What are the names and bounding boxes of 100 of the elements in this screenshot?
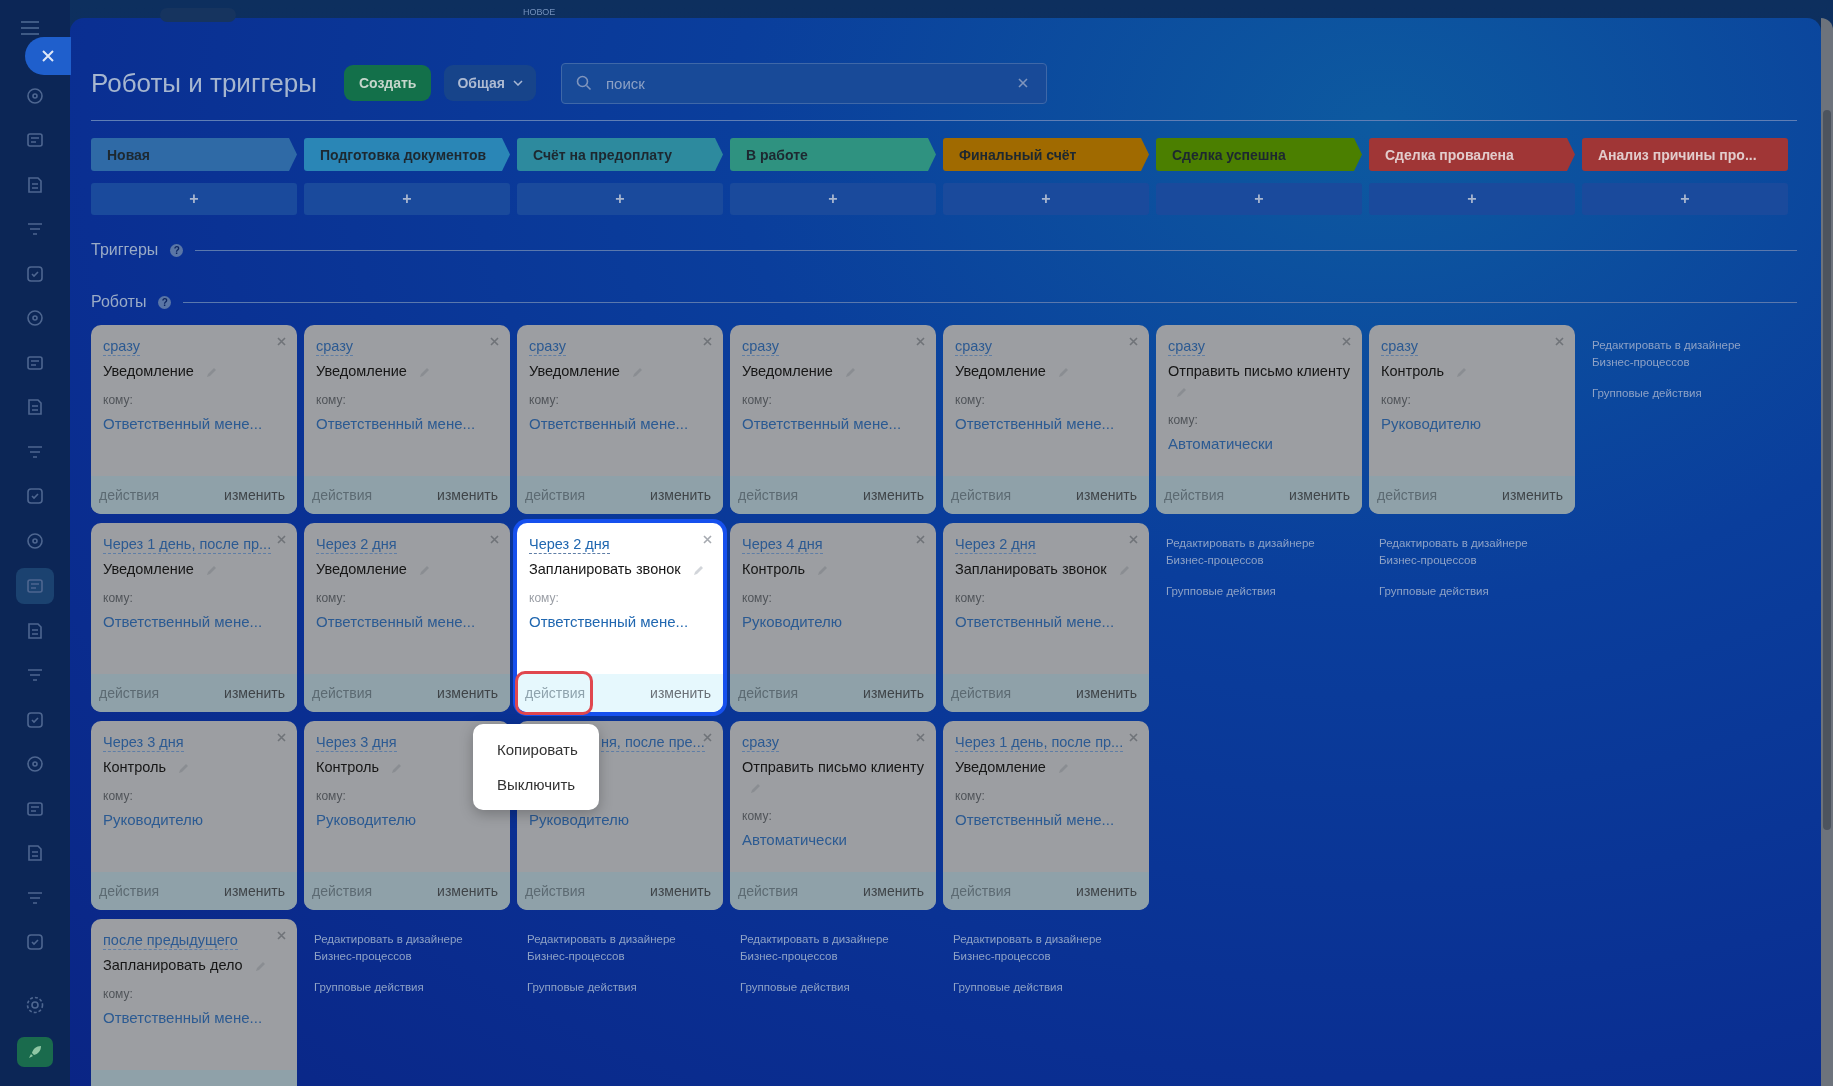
add-trigger-button[interactable]: + [91, 183, 297, 215]
recipient-label: кому: [103, 393, 133, 407]
filter-dropdown[interactable]: Общая [444, 65, 536, 101]
recipient-label: кому: [955, 591, 985, 605]
trigger-link[interactable]: Через 3 дня [316, 733, 397, 752]
trigger-link[interactable]: сразу [742, 337, 779, 356]
recipient-link[interactable]: Ответственный мене... [103, 415, 263, 432]
trigger-link[interactable]: сразу [1381, 337, 1418, 356]
column-link[interactable]: Редактировать в дизайнере Бизнес-процессов [1379, 535, 1559, 569]
recipient-link[interactable]: Ответственный мене... [955, 811, 1115, 828]
add-trigger-button[interactable]: + [1369, 183, 1575, 215]
stage-tab[interactable]: Новая [91, 138, 297, 171]
trigger-link[interactable]: после предыдущего [103, 931, 238, 950]
column-link[interactable]: Редактировать в дизайнере Бизнес-процессов [953, 931, 1133, 965]
recipient-link[interactable]: Руководителю [529, 811, 630, 828]
column-link[interactable]: Редактировать в дизайнере Бизнес-процессов [1592, 337, 1772, 371]
add-trigger-button[interactable]: + [730, 183, 936, 215]
trigger-link[interactable]: сразу [742, 733, 779, 752]
robot-card[interactable]: после предыдущего Запланировать дело кому: Ответственный мене... [91, 919, 297, 1086]
edit-button[interactable]: изменить [437, 487, 498, 503]
trigger-link[interactable]: сразу [529, 337, 566, 356]
add-trigger-button[interactable]: + [1156, 183, 1362, 215]
stage-tab[interactable]: Счёт на предоплату [517, 138, 723, 171]
column-link[interactable]: Групповые действия [314, 979, 494, 996]
recipient-link[interactable]: Руководителю [742, 613, 843, 630]
stage-tab[interactable]: Подготовка документов [304, 138, 510, 171]
recipient-link[interactable]: Ответственный мене... [742, 415, 902, 432]
stage-tab[interactable]: Финальный счёт [943, 138, 1149, 171]
edit-button[interactable]: изменить [437, 685, 498, 701]
robot-name: Запланировать дело [103, 957, 243, 973]
recipient-link[interactable]: Ответственный мене... [103, 613, 263, 630]
edit-button[interactable]: изменить [224, 883, 285, 899]
recipient-link[interactable]: Автоматически [1168, 435, 1273, 452]
trigger-link[interactable]: Через 1 день, после пр... [103, 535, 272, 554]
column-link[interactable]: Групповые действия [1166, 583, 1346, 600]
create-button[interactable]: Создать [343, 65, 432, 101]
edit-button[interactable]: изменить [650, 487, 711, 503]
add-trigger-button[interactable]: + [304, 183, 510, 215]
stage-tab[interactable]: В работе [730, 138, 936, 171]
trigger-link[interactable]: сразу [316, 337, 353, 356]
trigger-link[interactable]: сразу [103, 337, 140, 356]
trigger-link[interactable]: Через 2 дня [955, 535, 1036, 554]
actions-button[interactable]: действия [525, 685, 586, 701]
robot-name: Уведомление [316, 363, 407, 379]
edit-button[interactable]: изменить [224, 487, 285, 503]
column-link[interactable]: Редактировать в дизайнере Бизнес-процессов [1166, 535, 1346, 569]
edit-button[interactable]: изменить [1502, 487, 1563, 503]
edit-button[interactable]: изменить [650, 883, 711, 899]
recipient-link[interactable]: Руководителю [316, 811, 417, 828]
column-link[interactable]: Редактировать в дизайнере Бизнес-процессов [527, 931, 707, 965]
recipient-label: кому: [742, 393, 772, 407]
recipient-link[interactable]: Руководителю [103, 811, 204, 828]
recipient-link[interactable]: Ответственный мене... [955, 613, 1115, 630]
recipient-link[interactable]: Ответственный мене... [529, 613, 689, 630]
trigger-link[interactable]: Через 2 дня [529, 535, 610, 554]
recipient-link[interactable]: Ответственный мене... [316, 613, 476, 630]
column-link[interactable]: Групповые действия [1592, 385, 1772, 402]
robot-name: Контроль [103, 759, 166, 775]
search-field[interactable]: поиск [603, 73, 1006, 93]
edit-button[interactable]: изменить [1076, 685, 1137, 701]
trigger-link[interactable]: сразу [1168, 337, 1205, 356]
trigger-link[interactable]: Через 1 день, после пр... [955, 733, 1124, 752]
help-icon[interactable]: ? [170, 243, 184, 257]
edit-button[interactable]: изменить [224, 685, 285, 701]
edit-button[interactable]: изменить [863, 883, 924, 899]
column-link[interactable]: Редактировать в дизайнере Бизнес-процессов [314, 931, 494, 965]
recipient-link[interactable]: Ответственный мене... [316, 415, 476, 432]
recipient-link[interactable]: Автоматически [742, 831, 847, 848]
trigger-link[interactable]: ня, после пре... [601, 733, 705, 752]
recipient-label: кому: [103, 591, 133, 605]
column-link[interactable]: Групповые действия [527, 979, 707, 996]
recipient-link[interactable]: Ответственный мене... [955, 415, 1115, 432]
trigger-link[interactable]: Через 4 дня [742, 535, 823, 554]
column-link[interactable]: Групповые действия [953, 979, 1133, 996]
edit-button[interactable]: изменить [863, 487, 924, 503]
help-icon[interactable]: ? [158, 295, 172, 309]
recipient-link[interactable]: Ответственный мене... [103, 1009, 263, 1026]
search-field[interactable]: поиск [560, 62, 1047, 104]
add-trigger-button[interactable]: + [1582, 183, 1788, 215]
robot-name: Запланировать звонок [529, 561, 681, 577]
add-trigger-button[interactable]: + [943, 183, 1149, 215]
trigger-link[interactable]: Через 2 дня [316, 535, 397, 554]
trigger-link[interactable]: Через 3 дня [103, 733, 184, 752]
column-link[interactable]: Редактировать в дизайнере Бизнес-процессов [740, 931, 920, 965]
edit-button[interactable]: изменить [437, 883, 498, 899]
recipient-link[interactable]: Ответственный мене... [529, 415, 689, 432]
edit-button[interactable]: изменить [1076, 883, 1137, 899]
column-link[interactable]: Групповые действия [1379, 583, 1559, 600]
edit-button[interactable]: изменить [650, 685, 711, 701]
edit-button[interactable]: изменить [863, 685, 924, 701]
stage-tab[interactable]: Сделка провалена [1369, 138, 1575, 171]
column-link[interactable]: Групповые действия [740, 979, 920, 996]
stage-tab[interactable]: Сделка успешна [1156, 138, 1362, 171]
robot-name: Контроль [742, 561, 805, 577]
stage-tab[interactable]: Анализ причины про... [1582, 138, 1788, 171]
recipient-link[interactable]: Руководителю [1381, 415, 1482, 432]
add-trigger-button[interactable]: + [517, 183, 723, 215]
trigger-link[interactable]: сразу [955, 337, 992, 356]
edit-button[interactable]: изменить [1076, 487, 1137, 503]
edit-button[interactable]: изменить [1289, 487, 1350, 503]
